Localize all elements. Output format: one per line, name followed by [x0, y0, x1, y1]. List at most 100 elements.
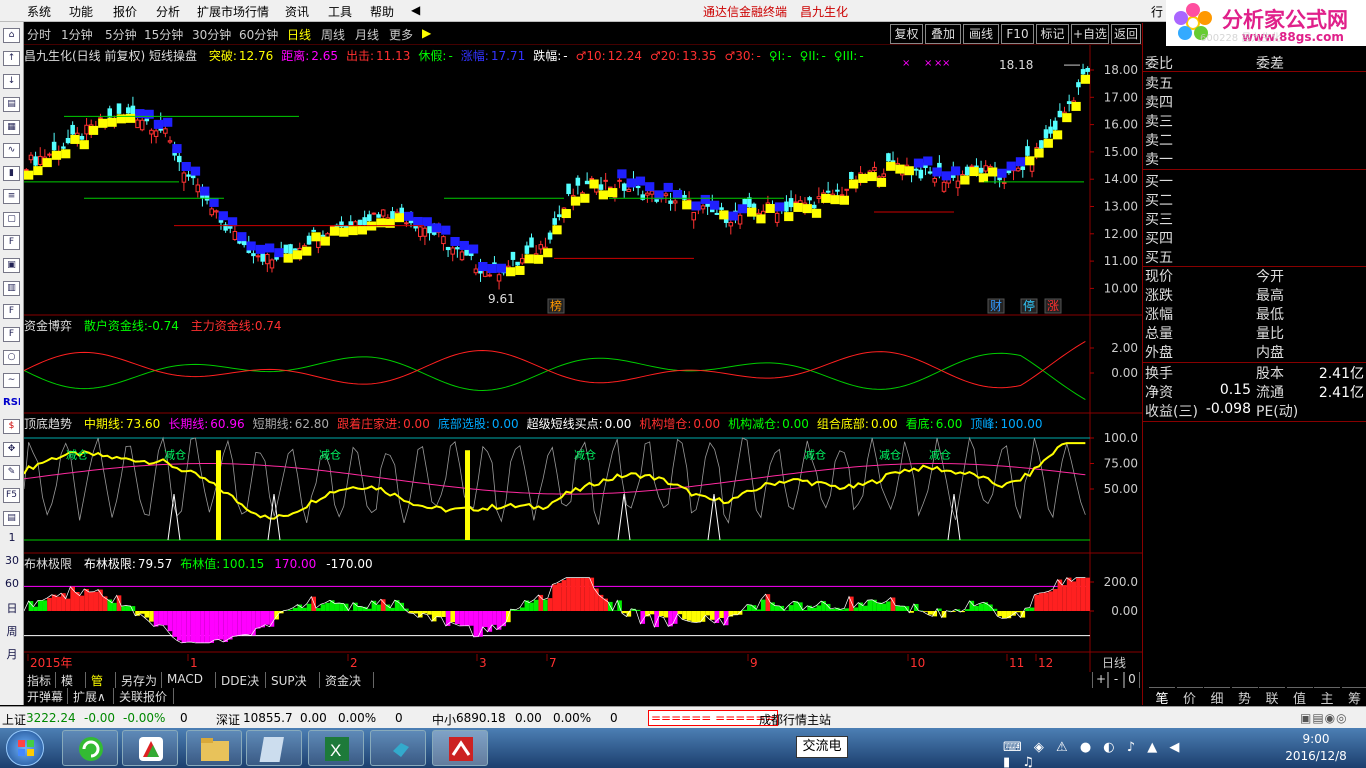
overlay-button[interactable]: 叠加: [925, 24, 961, 44]
bottom-tab-4[interactable]: MACD基本: [164, 672, 216, 702]
bottom-tab-5[interactable]: DDE决策: [218, 672, 266, 705]
menu-function[interactable]: 功能: [69, 3, 93, 20]
menu-system[interactable]: 系统: [27, 3, 51, 20]
taskbar-explorer[interactable]: [186, 730, 242, 766]
clock-date[interactable]: 2016/12/8: [1280, 749, 1352, 763]
taskbar-excel[interactable]: X: [308, 730, 364, 766]
zoom-button-1[interactable]: -: [1108, 672, 1124, 688]
right-tab-1[interactable]: 价: [1176, 687, 1203, 707]
bottom-tab-1[interactable]: 模板: [58, 672, 86, 705]
bottom-tab2-2[interactable]: 关联报价: [116, 688, 174, 704]
right-tab-0[interactable]: 笔: [1149, 687, 1175, 707]
timeline-icon[interactable]: ∼: [3, 373, 20, 388]
clock-time[interactable]: 9:00: [1284, 732, 1348, 746]
right-tab-2[interactable]: 细: [1204, 687, 1230, 707]
move-icon[interactable]: ✥: [3, 442, 20, 457]
more-arrow-icon[interactable]: ▶: [422, 26, 431, 40]
ime-indicator[interactable]: 交流电: [796, 736, 848, 758]
period-more[interactable]: 更多: [389, 26, 413, 43]
taskbar-refresh-app[interactable]: [62, 730, 118, 766]
period-daily[interactable]: 日线: [287, 26, 311, 43]
right-tab-3[interactable]: 势: [1231, 687, 1258, 707]
bottom-tab-2[interactable]: 管理: [88, 672, 116, 705]
page-icon[interactable]: ▤: [3, 511, 20, 526]
menu-news[interactable]: 资讯: [285, 3, 309, 20]
kline-icon[interactable]: ▮: [3, 166, 20, 181]
circle-icon[interactable]: ○: [3, 350, 20, 365]
taskbar-notepad[interactable]: [246, 730, 302, 766]
period-5min[interactable]: 5分钟: [105, 26, 137, 43]
bottom-tab-6[interactable]: SUP决策: [268, 672, 320, 705]
dollar-icon[interactable]: $: [3, 419, 20, 434]
bottom-tab-3[interactable]: 另存为: [118, 672, 162, 688]
toolbar-period-1[interactable]: 30: [0, 554, 24, 567]
f10-icon[interactable]: F: [3, 235, 20, 250]
f12-icon[interactable]: F: [3, 304, 20, 319]
period-15min[interactable]: 15分钟: [144, 26, 183, 43]
f5-icon[interactable]: F5: [3, 488, 20, 503]
draw-line-button[interactable]: 画线: [963, 24, 999, 44]
period-1min[interactable]: 1分钟: [61, 26, 93, 43]
taskbar-stock-app[interactable]: [122, 730, 178, 766]
mark-button[interactable]: 标记: [1036, 24, 1069, 44]
window-icon[interactable]: ▢: [3, 212, 20, 227]
collapse-arrow-icon[interactable]: ◀: [411, 3, 420, 17]
buy-level-5[interactable]: 买五: [1145, 247, 1173, 267]
menu-help[interactable]: 帮助: [370, 3, 394, 20]
toolbar-period-3[interactable]: 日: [0, 600, 24, 616]
taskbar-tdx[interactable]: [432, 730, 488, 766]
chart-area[interactable]: 18.00 17.00 16.00 15.00 14.00 13.00 12.00 11.00…: [24, 45, 1142, 672]
buy-level-4[interactable]: 买四: [1145, 228, 1173, 248]
f-icon[interactable]: F: [3, 327, 20, 342]
right-tab-7[interactable]: 筹: [1341, 687, 1366, 707]
sell-level-5[interactable]: 卖五: [1145, 73, 1173, 93]
add-favorite-button[interactable]: +自选: [1071, 24, 1109, 44]
list-icon[interactable]: ≡: [3, 189, 20, 204]
up-arrow-icon[interactable]: ↑: [3, 51, 20, 66]
menu-tools[interactable]: 工具: [328, 3, 352, 20]
zoom-button-2[interactable]: 0: [1124, 672, 1140, 688]
sell-level-3[interactable]: 卖三: [1145, 111, 1173, 131]
toolbar-period-2[interactable]: 60: [0, 577, 24, 590]
buy-level-2[interactable]: 买二: [1145, 190, 1173, 210]
period-fenshi[interactable]: 分时: [27, 26, 51, 43]
toolbar-period-0[interactable]: 1: [0, 531, 24, 544]
pencil-icon[interactable]: ✎: [3, 465, 20, 480]
info-icon[interactable]: ▣: [3, 258, 20, 273]
tray-icons[interactable]: ⌨ ◈ ⚠ ● ◐ ♪ ▲ ◀ ▮ ♫: [1003, 740, 1198, 768]
right-tab-6[interactable]: 主: [1314, 687, 1340, 707]
sell-level-2[interactable]: 卖二: [1145, 130, 1173, 150]
taskbar-tool[interactable]: [370, 730, 426, 766]
buy-level-3[interactable]: 买三: [1145, 209, 1173, 229]
sell-level-4[interactable]: 卖四: [1145, 92, 1173, 112]
menu-quote[interactable]: 报价: [113, 3, 137, 20]
bottom-tab-0[interactable]: 指标: [24, 672, 56, 688]
down-arrow-icon[interactable]: ↓: [3, 74, 20, 89]
menu-analysis[interactable]: 分析: [156, 3, 180, 20]
bottom-tab2-0[interactable]: 开弹幕: [24, 688, 68, 704]
rsi-icon[interactable]: RSI: [3, 396, 20, 411]
bottom-tab2-1[interactable]: 扩展∧: [70, 688, 114, 704]
buy-level-1[interactable]: 买一: [1145, 171, 1173, 191]
period-monthly[interactable]: 月线: [355, 26, 379, 43]
status-icons[interactable]: ▣▤◉◎: [1300, 711, 1360, 725]
bottom-tab-7[interactable]: 资金决策: [322, 672, 374, 705]
period-30min[interactable]: 30分钟: [192, 26, 231, 43]
period-weekly[interactable]: 周线: [321, 26, 345, 43]
menu-quote-right[interactable]: 行: [1151, 3, 1163, 20]
toolbar-period-4[interactable]: 周: [0, 623, 24, 639]
right-tab-5[interactable]: 值: [1286, 687, 1313, 707]
f10-button[interactable]: F10: [1001, 24, 1034, 44]
server-name[interactable]: 成都行情主站: [759, 711, 831, 728]
zoom-button-0[interactable]: +: [1092, 672, 1108, 688]
period-60min[interactable]: 60分钟: [239, 26, 278, 43]
right-tab-4[interactable]: 联: [1259, 687, 1285, 707]
back-button[interactable]: 返回: [1111, 24, 1141, 44]
restore-rights-button[interactable]: 复权: [890, 24, 923, 44]
toolbar-period-5[interactable]: 月: [0, 646, 24, 662]
report-icon[interactable]: ▤: [3, 97, 20, 112]
sell-level-1[interactable]: 卖一: [1145, 149, 1173, 169]
start-button[interactable]: [6, 730, 44, 766]
line-chart-icon[interactable]: ∿: [3, 143, 20, 158]
home-icon[interactable]: ⌂: [3, 28, 20, 43]
